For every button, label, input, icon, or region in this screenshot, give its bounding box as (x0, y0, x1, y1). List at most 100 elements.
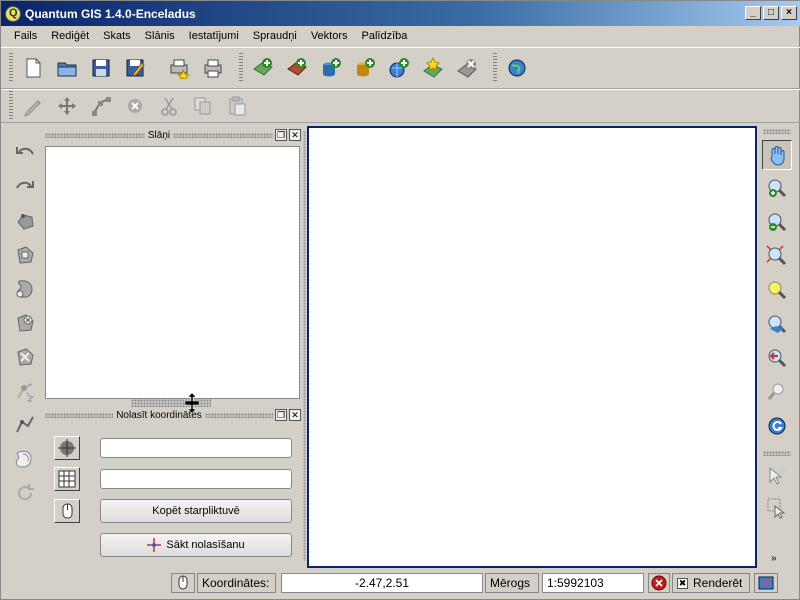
reshape-icon (17, 383, 35, 402)
menu-edit[interactable]: Rediģēt (44, 30, 96, 42)
node-tool-icon (92, 97, 111, 116)
menu-help[interactable]: Palīdzība (355, 30, 415, 42)
zoom-last-button[interactable] (762, 343, 792, 373)
menu-vector[interactable]: Vektors (304, 30, 355, 42)
open-project-button[interactable] (51, 52, 83, 84)
pan-button[interactable] (762, 140, 792, 170)
coordinates-field[interactable]: -2.47,2.51 (281, 573, 483, 593)
add-raster-layer-button[interactable] (281, 52, 313, 84)
start-capture-button[interactable]: Sākt nolasīšanu (100, 533, 292, 557)
zoom-in-button[interactable] (762, 173, 792, 203)
paste-features-icon (229, 96, 246, 116)
save-project-button[interactable] (85, 52, 117, 84)
add-postgis-layer-button[interactable] (315, 52, 347, 84)
print-composer-button[interactable] (163, 52, 195, 84)
toolbar-grip[interactable] (9, 91, 13, 121)
stop-render-button[interactable] (648, 573, 670, 593)
node-tool-button[interactable] (85, 90, 117, 122)
grid-icon (58, 470, 76, 488)
zoom-out-button[interactable] (762, 207, 792, 237)
maximize-button[interactable]: □ (763, 6, 779, 20)
mouse-icon (62, 503, 73, 519)
scale-field[interactable]: 1:5992103 (542, 573, 644, 593)
toolbar-grip[interactable] (763, 129, 791, 134)
delete-ring-button[interactable] (11, 309, 39, 337)
redo-button[interactable] (11, 173, 39, 201)
print-button[interactable] (197, 52, 229, 84)
remove-layer-icon (457, 59, 477, 78)
rotate-button[interactable] (11, 479, 39, 507)
new-vector-layer-button[interactable] (417, 52, 449, 84)
split-features-button[interactable] (11, 411, 39, 439)
delete-selected-button[interactable] (119, 90, 151, 122)
globe-plugin-button[interactable] (501, 52, 533, 84)
merge-features-button[interactable] (11, 445, 39, 473)
coordinate-field-2[interactable] (100, 469, 292, 489)
zoom-selection-button[interactable] (762, 275, 792, 305)
status-mouse-button[interactable] (171, 573, 195, 593)
map-canvas[interactable] (307, 126, 757, 568)
add-island-icon (16, 280, 33, 298)
zoom-layer-icon (768, 315, 787, 334)
menu-view[interactable]: Skats (96, 30, 138, 42)
crs-status-button[interactable] (754, 573, 778, 593)
add-island-button[interactable] (11, 275, 39, 303)
mouse-capture-button[interactable] (54, 499, 80, 523)
reshape-button[interactable] (11, 377, 39, 405)
copy-features-icon (194, 97, 211, 115)
add-vector-layer-button[interactable] (247, 52, 279, 84)
dock-splitter[interactable] (303, 131, 306, 561)
toolbar-grip[interactable] (239, 53, 243, 83)
add-spatialite-layer-button[interactable] (349, 52, 381, 84)
undo-button[interactable] (11, 139, 39, 167)
copy-to-clipboard-button[interactable]: Kopēt starpliktuvē (100, 499, 292, 523)
toolbar-grip[interactable] (493, 53, 497, 83)
refresh-button[interactable] (762, 411, 792, 441)
close-panel-button[interactable]: ✕ (289, 409, 302, 421)
close-button[interactable]: × (781, 6, 797, 20)
menu-settings[interactable]: Iestatījumi (182, 30, 246, 42)
render-checkbox[interactable]: ✖ Renderēt (672, 573, 750, 593)
select-button[interactable] (762, 493, 792, 523)
add-wms-layer-button[interactable] (383, 52, 415, 84)
move-feature-button[interactable] (51, 90, 83, 122)
layers-list[interactable] (45, 146, 300, 399)
delete-ring-icon (17, 314, 34, 332)
zoom-actual-button[interactable] (762, 377, 792, 407)
delete-selected-icon (128, 99, 142, 113)
panel-splitter[interactable] (131, 399, 211, 407)
coordinate-field-1[interactable] (100, 438, 292, 458)
float-panel-button[interactable]: ❐ (275, 129, 287, 141)
menu-file[interactable]: Fails (7, 30, 44, 42)
paste-features-button[interactable] (221, 90, 253, 122)
identify-button[interactable] (762, 461, 792, 491)
menu-plugins[interactable]: Spraudņi (246, 30, 304, 42)
coords-panel-titlebar[interactable]: Nolasīt koordinātes ❐ ✕ (45, 408, 302, 422)
copy-to-clipboard-label: Kopēt starpliktuvē (152, 505, 240, 517)
crs-button[interactable] (54, 436, 80, 460)
copy-features-button[interactable] (187, 90, 219, 122)
add-ring-button[interactable] (11, 241, 39, 269)
projection-icon (758, 576, 774, 590)
delete-part-button[interactable] (11, 343, 39, 371)
refresh-icon (768, 417, 786, 435)
simplify-button[interactable] (11, 207, 39, 235)
zoom-layer-button[interactable] (762, 309, 792, 339)
remove-layer-button[interactable] (451, 52, 483, 84)
toolbar-grip[interactable] (9, 53, 13, 83)
new-project-button[interactable] (17, 52, 49, 84)
toolbar-grip[interactable] (763, 451, 791, 456)
grid-crs-button[interactable] (54, 467, 80, 491)
zoom-full-button[interactable] (762, 241, 792, 271)
minimize-button[interactable]: _ (745, 6, 761, 20)
menu-layer[interactable]: Slānis (138, 30, 182, 42)
layers-panel-titlebar[interactable]: Slāņi ❐ ✕ (45, 128, 301, 142)
toolbar-overflow-icon[interactable]: » (771, 553, 777, 564)
float-panel-button[interactable]: ❐ (275, 409, 288, 421)
toggle-editing-button[interactable] (17, 90, 49, 122)
close-panel-button[interactable]: ✕ (289, 129, 301, 141)
add-raster-layer-icon (287, 58, 307, 76)
save-as-button[interactable] (119, 52, 151, 84)
cut-features-button[interactable] (153, 90, 185, 122)
mouse-icon (178, 575, 188, 590)
